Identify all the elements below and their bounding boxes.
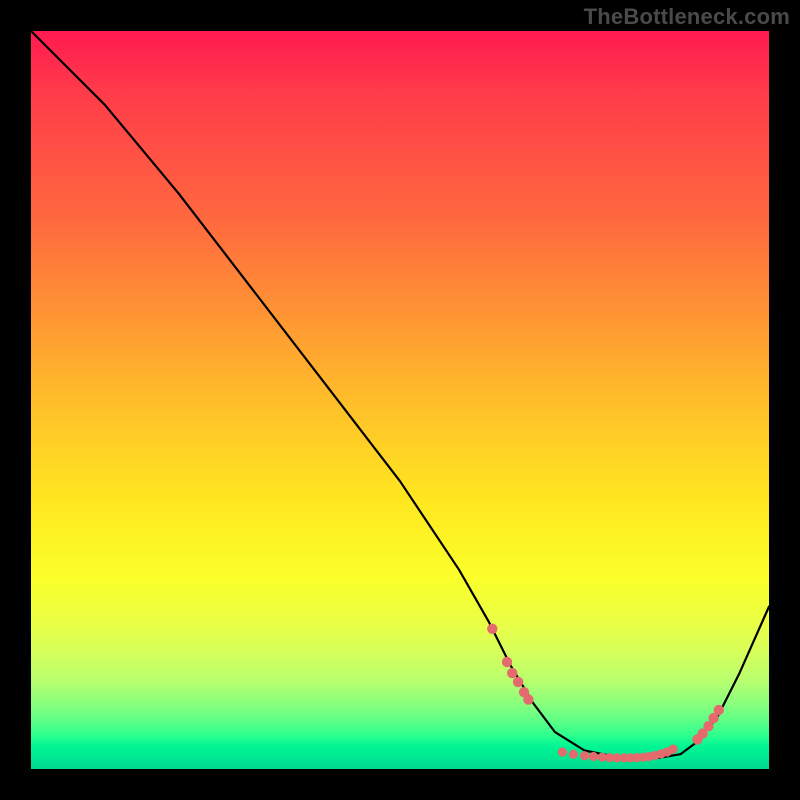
data-dot <box>569 750 578 759</box>
curve-layer <box>31 31 769 769</box>
chart-frame: TheBottleneck.com <box>0 0 800 800</box>
data-dot <box>714 705 724 715</box>
data-dot <box>523 694 533 704</box>
data-dot <box>669 745 678 754</box>
data-dot <box>507 668 517 678</box>
plot-area <box>31 31 769 769</box>
bottleneck-curve <box>31 31 769 758</box>
data-dot <box>487 624 497 634</box>
data-dot <box>580 751 589 760</box>
data-dot <box>558 747 567 756</box>
watermark-text: TheBottleneck.com <box>584 4 790 30</box>
data-dots <box>487 624 724 763</box>
data-dot <box>589 752 598 761</box>
data-dot <box>502 657 512 667</box>
data-dot <box>513 677 523 687</box>
